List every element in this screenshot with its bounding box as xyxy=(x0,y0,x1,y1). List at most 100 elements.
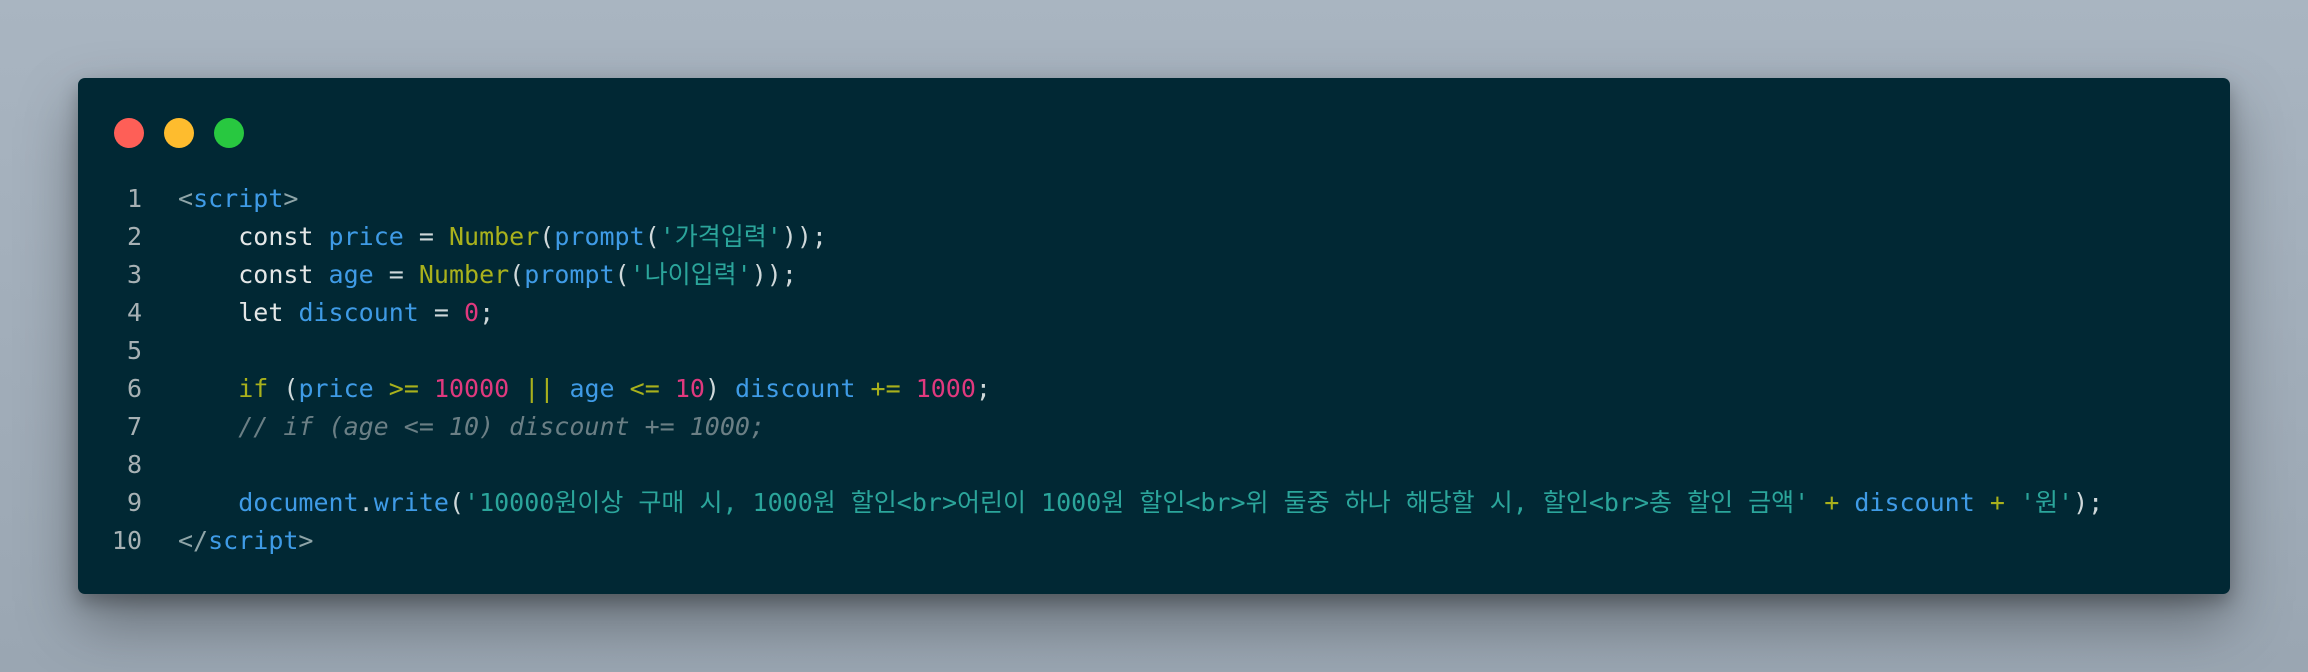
line-number: 1 xyxy=(126,184,142,213)
code-token: + xyxy=(1824,488,1840,517)
code-line: 5 xyxy=(78,332,2230,370)
code-token: < xyxy=(178,184,194,213)
code-token: Number xyxy=(418,260,510,289)
code-token: '10000원이상 구매 시, 1000원 할인<br>어린이 1000원 할인… xyxy=(464,488,1810,517)
line-content: document.write('10000원이상 구매 시, 1000원 할인<… xyxy=(142,484,2103,522)
code-line: 1 <script> xyxy=(78,180,2230,218)
code-token: price xyxy=(298,374,374,403)
line-content: const age = Number(prompt('나이입력')); xyxy=(142,256,797,294)
code-token: = xyxy=(373,260,419,289)
code-token: + xyxy=(1989,488,2005,517)
code-token: ); xyxy=(2073,488,2104,517)
code-token: 1000 xyxy=(915,374,976,403)
code-token: = xyxy=(418,298,465,327)
code-token: > xyxy=(283,184,299,213)
line-content: const price = Number(prompt('가격입력')); xyxy=(142,218,827,256)
code-line: 3 const age = Number(prompt('나이입력')); xyxy=(78,256,2230,294)
code-line: 8 xyxy=(78,446,2230,484)
code-token: ; xyxy=(975,374,991,403)
code-token: prompt xyxy=(554,222,645,251)
code-token: </ xyxy=(178,526,209,555)
code-token: ( xyxy=(539,222,555,251)
line-number: 4 xyxy=(126,298,142,327)
code-token: discount xyxy=(298,298,419,327)
code-token: age xyxy=(569,374,615,403)
code-token: )); xyxy=(751,260,797,289)
window-controls xyxy=(114,118,244,148)
code-token: || xyxy=(524,374,555,403)
line-content xyxy=(142,332,178,370)
code-token: discount xyxy=(735,374,856,403)
code-token: ) xyxy=(704,374,736,403)
code-line: 7 // if (age <= 10) discount += 1000; xyxy=(78,408,2230,446)
code-token: '원' xyxy=(2019,488,2074,517)
code-token: write xyxy=(373,488,449,517)
code-token: prompt xyxy=(524,260,615,289)
minimize-button[interactable] xyxy=(164,118,194,148)
code-token: const xyxy=(238,260,314,289)
line-content: <script> xyxy=(142,180,298,218)
line-number: 2 xyxy=(126,222,142,251)
code-line: 2 const price = Number(prompt('가격입력')); xyxy=(78,218,2230,256)
line-content: if (price >= 10000 || age <= 10) discoun… xyxy=(142,370,991,408)
code-token: += xyxy=(870,374,901,403)
code-token: // if (age <= 10) discount += 1000; xyxy=(238,412,766,441)
line-number: 10 xyxy=(111,526,142,555)
code-token: . xyxy=(358,488,374,517)
code-token: ( xyxy=(644,222,660,251)
close-button[interactable] xyxy=(114,118,144,148)
code-token: discount xyxy=(1854,488,1975,517)
code-token: age xyxy=(328,260,374,289)
line-number: 6 xyxy=(126,374,142,403)
code-token: const xyxy=(238,222,314,251)
maximize-button[interactable] xyxy=(214,118,244,148)
code-window: 1 <script> 2 const price = Number(prompt('… xyxy=(78,78,2230,594)
code-token: ; xyxy=(479,298,495,327)
code-line: 9 document.write('10000원이상 구매 시, 1000원 할… xyxy=(78,484,2230,522)
code-token: 10000 xyxy=(433,374,510,403)
code-line: 6 if (price >= 10000 || age <= 10) disco… xyxy=(78,370,2230,408)
line-number: 7 xyxy=(126,412,142,441)
code-line: 10 </script> xyxy=(78,522,2230,560)
code-token: )); xyxy=(781,222,827,251)
line-number: 8 xyxy=(126,450,142,479)
line-content: let discount = 0; xyxy=(142,294,494,332)
code-token: 10 xyxy=(674,374,705,403)
code-token: 0 xyxy=(464,298,480,327)
code-token: > xyxy=(298,526,314,555)
code-token: let xyxy=(238,298,284,327)
code-token: script xyxy=(193,184,284,213)
code-token: '나이입력' xyxy=(629,260,752,289)
code-token: ( xyxy=(614,260,630,289)
code-token: if xyxy=(238,374,269,403)
line-content: // if (age <= 10) discount += 1000; xyxy=(142,408,765,446)
code-token: script xyxy=(208,526,299,555)
code-token: = xyxy=(403,222,449,251)
code-token: >= xyxy=(388,374,419,403)
code-block: 1 <script> 2 const price = Number(prompt('… xyxy=(78,180,2230,560)
line-number: 3 xyxy=(126,260,142,289)
code-token: ( xyxy=(448,488,465,517)
code-token: document xyxy=(238,488,359,517)
code-token: <= xyxy=(629,374,660,403)
code-line: 4 let discount = 0; xyxy=(78,294,2230,332)
